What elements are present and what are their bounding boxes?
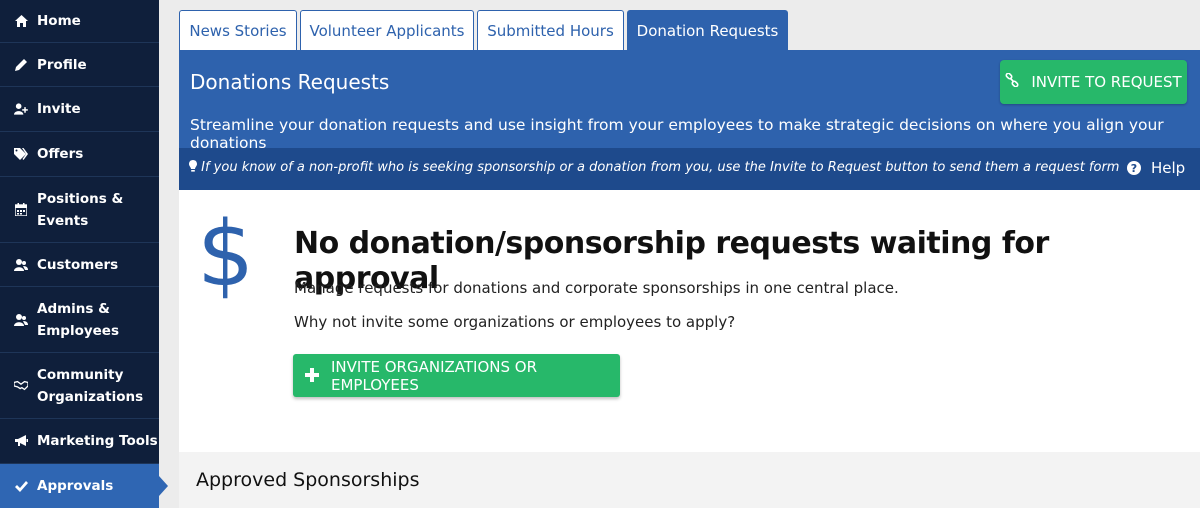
empty-state-card: $ No donation/sponsorship requests waiti…	[179, 190, 1200, 452]
sidebar-item-label: Home	[37, 13, 81, 29]
sidebar: Home Profile Invite Offers Positions & E…	[0, 0, 168, 508]
sidebar-item-positions-events[interactable]: Positions & Events	[0, 177, 159, 243]
tab-volunteer-applicants[interactable]: Volunteer Applicants	[300, 10, 474, 50]
approved-sponsorships-section: Approved Sponsorships	[179, 452, 1200, 508]
check-icon	[14, 479, 28, 493]
donations-banner: Donations Requests INVITE TO REQUEST Str…	[179, 50, 1200, 190]
sidebar-item-label: Offers	[37, 146, 84, 162]
question-circle-icon: ?	[1127, 161, 1141, 175]
tab-donation-requests[interactable]: Donation Requests	[627, 10, 788, 50]
tip-bar: If you know of a non-profit who is seeki…	[179, 148, 1200, 190]
sidebar-item-customers[interactable]: Customers	[0, 243, 159, 287]
empty-state-prompt: Why not invite some organizations or emp…	[294, 313, 736, 331]
sidebar-item-label: Profile	[37, 56, 87, 73]
page-title: Donations Requests	[190, 70, 390, 94]
plus-icon	[305, 365, 319, 387]
sidebar-item-label: Community Organizations	[37, 366, 144, 405]
invite-organizations-label: INVITE ORGANIZATIONS OR EMPLOYEES	[331, 357, 538, 394]
user-group-icon	[14, 313, 28, 327]
sidebar-item-label: Marketing Tools	[37, 433, 158, 449]
empty-state-description: Manage requests for donations and corpor…	[294, 279, 899, 297]
tip-text: If you know of a non-profit who is seeki…	[189, 160, 1119, 175]
sidebar-item-home[interactable]: Home	[0, 0, 159, 43]
users-icon	[14, 258, 28, 272]
calendar-icon	[14, 203, 28, 217]
sidebar-item-label: Admins & Employees	[37, 300, 120, 339]
handshake-icon	[14, 379, 28, 393]
dollar-icon: $	[197, 202, 255, 307]
sidebar-item-offers[interactable]: Offers	[0, 132, 159, 177]
help-link[interactable]: ? Help	[1127, 159, 1185, 177]
sidebar-item-admins-employees[interactable]: Admins & Employees	[0, 287, 159, 353]
link-icon	[1005, 72, 1019, 91]
invite-organizations-button[interactable]: INVITE ORGANIZATIONS OR EMPLOYEES	[293, 354, 620, 397]
lightbulb-icon	[189, 160, 201, 175]
banner-description: Streamline your donation requests and us…	[190, 116, 1164, 152]
help-label: Help	[1151, 159, 1186, 177]
sidebar-item-profile[interactable]: Profile	[0, 43, 159, 87]
tab-submitted-hours[interactable]: Submitted Hours	[477, 10, 624, 50]
tab-news-stories[interactable]: News Stories	[179, 10, 297, 50]
sidebar-item-community-organizations[interactable]: Community Organizations	[0, 353, 159, 419]
invite-to-request-label: INVITE TO REQUEST	[1031, 73, 1182, 91]
section-title: Approved Sponsorships	[196, 469, 420, 491]
sidebar-item-approvals[interactable]: Approvals	[0, 464, 168, 508]
sidebar-item-label: Approvals	[37, 478, 114, 494]
sidebar-item-invite[interactable]: Invite	[0, 87, 159, 132]
sidebar-item-label: Invite	[37, 101, 81, 117]
sidebar-item-marketing-tools[interactable]: Marketing Tools	[0, 419, 159, 464]
tags-icon	[14, 147, 28, 161]
sidebar-item-label: Customers	[37, 256, 119, 273]
megaphone-icon	[14, 434, 28, 448]
sidebar-item-label: Positions & Events	[37, 190, 124, 229]
pencil-icon	[14, 58, 28, 72]
tip-label: If you know of a non-profit who is seeki…	[201, 160, 1120, 175]
user-plus-icon	[14, 102, 28, 116]
invite-to-request-button[interactable]: INVITE TO REQUEST	[1000, 60, 1187, 104]
home-icon	[14, 14, 28, 28]
